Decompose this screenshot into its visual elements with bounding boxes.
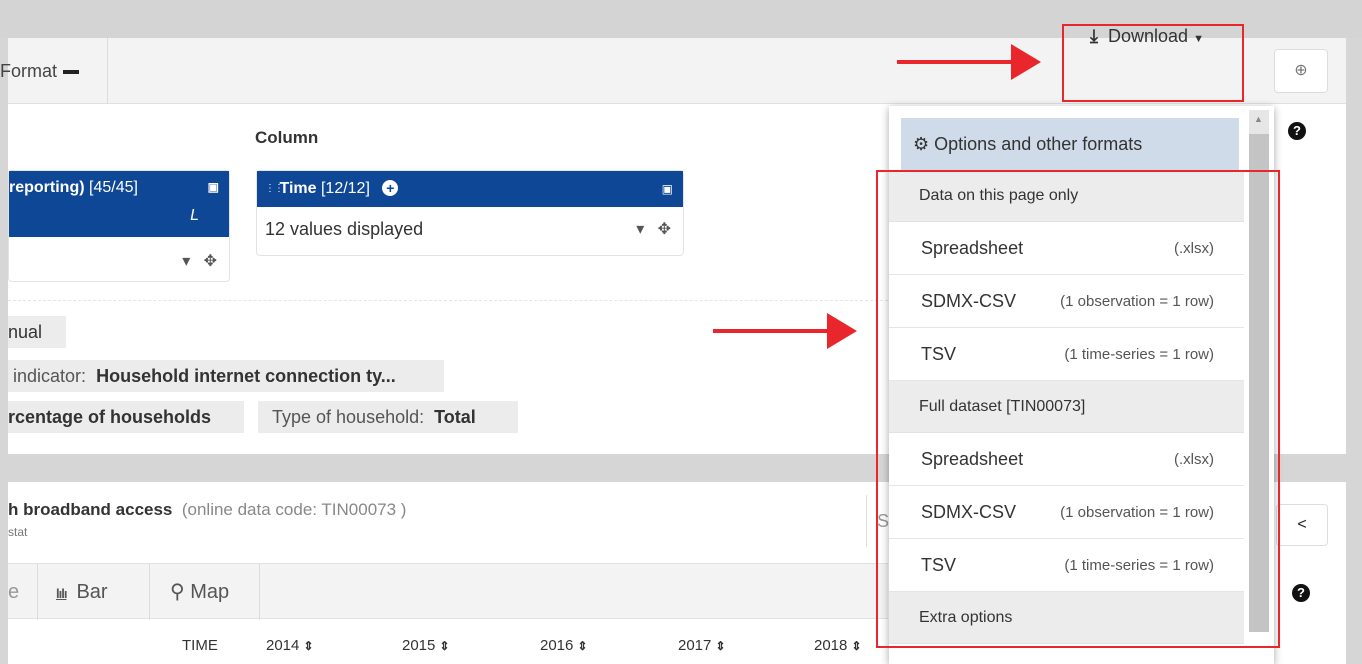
select-all-icon[interactable]: ▣ bbox=[662, 171, 673, 207]
options-label: Options and other formats bbox=[934, 134, 1143, 154]
year-header[interactable]: 2016 ⇕ bbox=[540, 637, 588, 654]
bar-chart-icon: lılı bbox=[56, 586, 67, 601]
household-value: Total bbox=[434, 407, 476, 427]
time-dimension-controls: ▾ ✥ bbox=[636, 219, 671, 239]
format-tab[interactable]: Format bbox=[0, 38, 108, 104]
year-label: 2016 bbox=[540, 637, 574, 654]
year-label: 2014 bbox=[266, 637, 300, 654]
sort-icon: ⇕ bbox=[577, 639, 588, 653]
sort-icon: ⇕ bbox=[439, 639, 450, 653]
values-displayed-label: 12 values displayed bbox=[265, 219, 424, 239]
filter-chip-frequency[interactable]: nual bbox=[8, 316, 66, 348]
indicator-key: indicator: bbox=[13, 366, 87, 386]
share-icon: < bbox=[1297, 516, 1307, 533]
table-header-row: TIME 2014 ⇕ 2015 ⇕ 2016 ⇕ 2017 ⇕ 2018 ⇕ bbox=[8, 628, 888, 664]
help-icon[interactable]: ? bbox=[1288, 122, 1306, 140]
dataset-title: h broadband access (online data code: TI… bbox=[8, 500, 406, 520]
sort-icon: ⇕ bbox=[303, 639, 314, 653]
highlight-box-formats bbox=[876, 170, 1280, 648]
view-tabs: e lılı Bar ⚲ Map bbox=[8, 563, 888, 620]
row-dimension-count: [45/45] bbox=[89, 179, 138, 196]
year-header[interactable]: 2018 ⇕ bbox=[814, 637, 862, 654]
sort-icon: ⇕ bbox=[851, 639, 862, 653]
year-label: 2017 bbox=[678, 637, 712, 654]
unit-value: rcentage of households bbox=[8, 407, 212, 427]
time-column-label: TIME bbox=[182, 637, 218, 654]
plus-circle-icon: ⊕ bbox=[1294, 62, 1308, 79]
drag-handle-icon[interactable]: ⋮⋮ bbox=[265, 171, 284, 207]
year-label: 2018 bbox=[814, 637, 848, 654]
add-circle-icon[interactable]: + bbox=[382, 180, 399, 197]
dataset-name: h broadband access bbox=[8, 500, 173, 519]
row-dimension-name: reporting) bbox=[9, 179, 85, 196]
tab-map[interactable]: ⚲ Map bbox=[150, 564, 260, 620]
indicator-value: Household internet connection ty... bbox=[96, 366, 396, 386]
filter-chip-household[interactable]: Type of household: Total bbox=[258, 401, 518, 433]
tab-bar-label: Bar bbox=[76, 581, 108, 603]
time-dimension-count: [12/12] bbox=[320, 180, 370, 198]
tab-table-label: e bbox=[8, 581, 20, 603]
move-icon[interactable]: ✥ bbox=[204, 253, 217, 270]
divider bbox=[8, 300, 888, 301]
format-label: Format bbox=[0, 61, 58, 81]
year-header[interactable]: 2014 ⇕ bbox=[266, 637, 314, 654]
move-icon[interactable]: ✥ bbox=[658, 221, 671, 238]
tab-table[interactable]: e bbox=[8, 564, 38, 620]
add-button[interactable]: ⊕ bbox=[1274, 49, 1328, 93]
tab-map-label: Map bbox=[190, 581, 230, 603]
year-label: 2015 bbox=[402, 637, 436, 654]
household-key: Type of household: bbox=[272, 407, 425, 427]
map-pin-icon: ⚲ bbox=[170, 581, 185, 603]
time-dimension-header[interactable]: ⋮⋮ Time [12/12] + ▣ bbox=[257, 171, 683, 207]
time-dimension-name: Time bbox=[279, 180, 317, 198]
row-dimension-header[interactable]: reporting) [45/45] ▣ L bbox=[9, 171, 229, 237]
help-icon[interactable]: ? bbox=[1292, 584, 1310, 602]
year-header[interactable]: 2017 ⇕ bbox=[678, 637, 726, 654]
sort-icon: ⇕ bbox=[715, 639, 726, 653]
dataset-source: stat bbox=[8, 525, 28, 539]
select-all-icon[interactable]: ▣ bbox=[208, 180, 219, 194]
dataset-code: (online data code: TIN00073 ) bbox=[181, 500, 407, 519]
time-values-selector[interactable]: 12 values displayed ▾ ✥ bbox=[257, 207, 683, 240]
year-header[interactable]: 2015 ⇕ bbox=[402, 637, 450, 654]
gear-icon: ⚙ bbox=[913, 134, 930, 154]
scroll-up-icon[interactable]: ▲ bbox=[1254, 114, 1263, 124]
frequency-value: nual bbox=[8, 322, 43, 342]
filter-chip-unit[interactable]: rcentage of households bbox=[8, 401, 244, 433]
collapse-icon bbox=[63, 70, 80, 75]
row-dimension-letter: L bbox=[190, 207, 199, 224]
highlight-box-download bbox=[1062, 24, 1244, 102]
tab-bar[interactable]: lılı Bar bbox=[38, 564, 150, 620]
arrow-annotation bbox=[897, 44, 1041, 80]
share-button[interactable]: < bbox=[1276, 504, 1328, 546]
row-dimension-card[interactable]: reporting) [45/45] ▣ L ▾ ✥ bbox=[8, 170, 230, 282]
filter-chip-indicator[interactable]: indicator: Household internet connection… bbox=[8, 360, 444, 392]
time-dimension-card[interactable]: ⋮⋮ Time [12/12] + ▣ 12 values displayed … bbox=[256, 170, 684, 256]
dropdown-arrow-icon[interactable]: ▾ bbox=[182, 253, 190, 270]
dropdown-arrow-icon[interactable]: ▾ bbox=[636, 221, 644, 238]
column-heading: Column bbox=[255, 128, 319, 147]
row-dimension-controls: ▾ ✥ bbox=[182, 251, 217, 271]
arrow-annotation bbox=[713, 313, 857, 349]
options-and-formats-item[interactable]: ⚙ Options and other formats bbox=[901, 118, 1239, 170]
